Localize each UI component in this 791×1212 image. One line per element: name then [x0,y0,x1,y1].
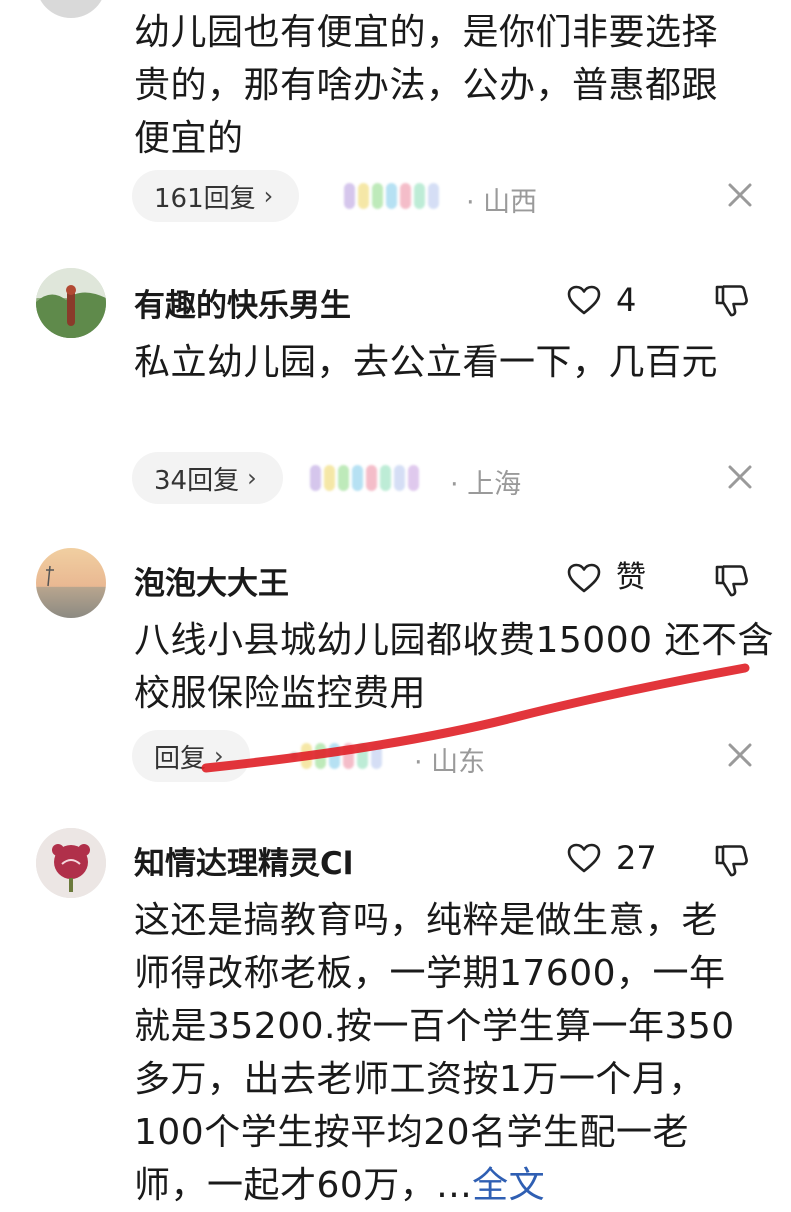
replies-button[interactable]: 回复 › [132,730,250,782]
username[interactable]: 知情达理精灵Cl [134,838,353,883]
heart-outline-icon [567,563,601,593]
replies-label: 回复 [154,743,207,774]
chevron-right-icon: › [214,742,224,770]
location: · 山东 [414,747,486,778]
replies-label: 161回复 [154,183,256,214]
close-icon[interactable] [723,738,757,772]
thumbs-down-icon[interactable] [712,840,752,880]
comment-text: 八线小县城幼儿园都收费15000 还不含校服保险监控费用 [134,620,774,714]
username[interactable]: 泡泡大大王 [134,558,289,603]
comment-text-content: 这还是搞教育吗，纯粹是做生意，老师得改称老板，一学期17600，一年就是3520… [134,900,735,1206]
replies-label: 34回复 [154,465,240,496]
comment-text: 这还是搞教育吗，纯粹是做生意，老师得改称老板，一学期17600，一年就是3520… [134,894,754,1212]
like-button[interactable]: 4 [566,280,636,320]
chevron-right-icon: › [247,464,257,492]
comment-meta: 161回复 › · 山西 [132,170,772,222]
avatar-image [36,268,106,338]
like-count: 27 [616,839,657,877]
comment-meta: 34回复 › · 上海 [132,452,772,504]
avatar[interactable] [36,0,106,18]
comment-item: 有趣的快乐男生 4 私立幼儿园，去公立看一下，几百元 34回复 › · 上海 [0,262,791,512]
replies-button[interactable]: 34回复 › [132,452,283,504]
avatar-image [36,828,106,898]
obscured-timestamp [344,182,439,210]
comment-item: 泡泡大大王 赞 八线小县城幼儿园都收费15000 还不含校服保险监控费用 回复 … [0,542,791,792]
close-icon[interactable] [723,178,757,212]
location: · 山西 [466,187,538,218]
obscured-timestamp [310,464,419,492]
thumbs-down-icon[interactable] [712,560,752,600]
comment-text: 私立幼儿园，去公立看一下，几百元 [134,342,719,383]
heart-outline-icon [567,843,601,873]
avatar[interactable] [36,828,106,898]
chevron-right-icon: › [263,182,274,210]
heart-outline-icon [567,285,601,315]
like-button[interactable]: 27 [566,838,657,878]
comment-text: 幼儿园也有便宜的，是你们非要选择贵的，那有啥办法，公办，普惠都跟便宜的 [134,12,719,159]
obscured-timestamp [290,742,382,770]
comment-item: 幼儿园也有便宜的，是你们非要选择贵的，那有啥办法，公办，普惠都跟便宜的 161回… [0,0,791,230]
location: · 上海 [450,469,522,500]
avatar[interactable] [36,548,106,618]
like-count: 4 [616,281,637,319]
close-icon[interactable] [723,460,757,494]
comment-item: 知情达理精灵Cl 27 这还是搞教育吗，纯粹是做生意，老师得改称老板，一学期17… [0,822,791,1206]
avatar[interactable] [36,268,106,338]
like-button[interactable]: 赞 [566,558,646,598]
thumbs-down-icon[interactable] [712,280,752,320]
comment-meta: 回复 › · 山东 [132,730,772,782]
username[interactable]: 有趣的快乐男生 [134,280,351,325]
avatar-image [36,548,106,618]
replies-button[interactable]: 161回复 › [132,170,300,222]
like-label: 赞 [616,560,646,595]
